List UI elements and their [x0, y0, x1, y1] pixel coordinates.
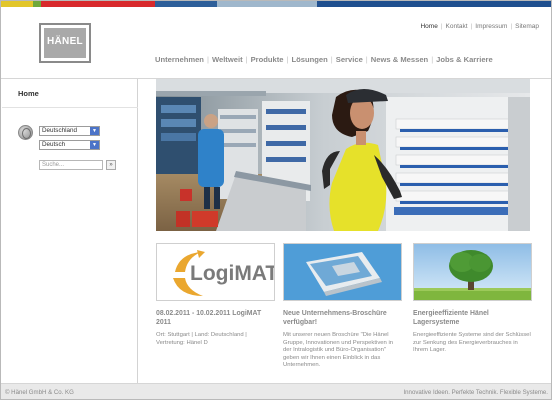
logimat-logo: LogiMAT	[157, 244, 275, 300]
main-nav-loesungen[interactable]: Lösungen	[292, 55, 328, 64]
separator: |	[440, 23, 443, 30]
logimat-text: LogiMAT	[190, 262, 275, 285]
footer-slogan: Innovative Ideen. Perfekte Technik. Flex…	[403, 389, 548, 396]
main-nav-jobs-karriere[interactable]: Jobs & Karriere	[436, 55, 493, 64]
teaser-text: Ort: Stuttgart | Land: Deutschland | Ver…	[156, 332, 247, 346]
logo-text: HÄNEL	[47, 36, 83, 47]
separator: |	[245, 55, 248, 64]
hero-image	[156, 79, 530, 231]
meta-nav: Home | Kontakt | Impressum | Sitemap	[420, 23, 539, 30]
warehouse-photo	[156, 79, 530, 231]
sidebar: Home Deutschland ▼ Deutsch ▼ Suche... »	[1, 79, 138, 383]
country-select-value: Deutschland	[42, 127, 78, 134]
footer: © Hänel GmbH & Co. KG Innovative Ideen. …	[1, 383, 551, 399]
language-select-value: Deutsch	[42, 141, 66, 148]
meta-nav-home[interactable]: Home	[420, 23, 437, 30]
teaser-image[interactable]: LogiMAT	[156, 243, 275, 301]
teaser-logimat[interactable]: LogiMAT 08.02.2011 - 10.02.2011 LogiMAT …	[156, 243, 275, 347]
separator: |	[470, 23, 473, 30]
teaser-title[interactable]: Energieeffiziente Hänel Lagersysteme	[413, 310, 532, 327]
separator: |	[365, 55, 368, 64]
main-nav-unternehmen[interactable]: Unternehmen	[155, 55, 204, 64]
main-nav-produkte[interactable]: Produkte	[251, 55, 284, 64]
teaser-energy[interactable]: Energieeffiziente Hänel Lagersysteme Ene…	[413, 243, 532, 355]
main-nav-service[interactable]: Service	[336, 55, 363, 64]
teaser-text: Mit unserer neuen Broschüre "Die Hänel G…	[283, 332, 394, 369]
country-select[interactable]: Deutschland ▼	[39, 126, 100, 136]
hanel-logo[interactable]: HÄNEL	[39, 23, 91, 63]
search-input[interactable]: Suche...	[39, 160, 103, 170]
chevron-down-icon[interactable]: ▼	[90, 127, 99, 135]
tree-image	[414, 244, 531, 300]
chevron-down-icon[interactable]: ▼	[90, 141, 99, 149]
main-nav-weltweit[interactable]: Weltweit	[212, 55, 243, 64]
teaser-image[interactable]	[283, 243, 402, 301]
language-select[interactable]: Deutsch ▼	[39, 140, 100, 150]
teaser-brochure[interactable]: Neue Unternehmens-Broschüre verfügbar! M…	[283, 243, 402, 370]
sidebar-item-home[interactable]: Home	[18, 89, 39, 98]
teaser-title[interactable]: 08.02.2011 - 10.02.2011 LogiMAT 2011	[156, 310, 275, 327]
teaser-text: Energieeffiziente Systeme sind der Schlü…	[413, 332, 531, 354]
main-nav: Unternehmen | Weltweit | Produkte | Lösu…	[155, 55, 493, 64]
separator: |	[431, 55, 434, 64]
separator: |	[330, 55, 333, 64]
teaser-title[interactable]: Neue Unternehmens-Broschüre verfügbar!	[283, 310, 402, 327]
meta-nav-kontakt[interactable]: Kontakt	[446, 23, 468, 30]
color-stripe	[1, 1, 551, 7]
separator: |	[286, 55, 289, 64]
copyright-text: © Hänel GmbH & Co. KG	[5, 389, 74, 396]
separator: |	[206, 55, 209, 64]
divider	[2, 107, 138, 108]
globe-icon	[18, 125, 33, 140]
main-nav-news-messen[interactable]: News & Messen	[371, 55, 428, 64]
brochure-image	[284, 244, 401, 300]
meta-nav-impressum[interactable]: Impressum	[475, 23, 507, 30]
teaser-image[interactable]	[413, 243, 532, 301]
search-submit-button[interactable]: »	[106, 160, 116, 170]
meta-nav-sitemap[interactable]: Sitemap	[515, 23, 539, 30]
separator: |	[510, 23, 513, 30]
